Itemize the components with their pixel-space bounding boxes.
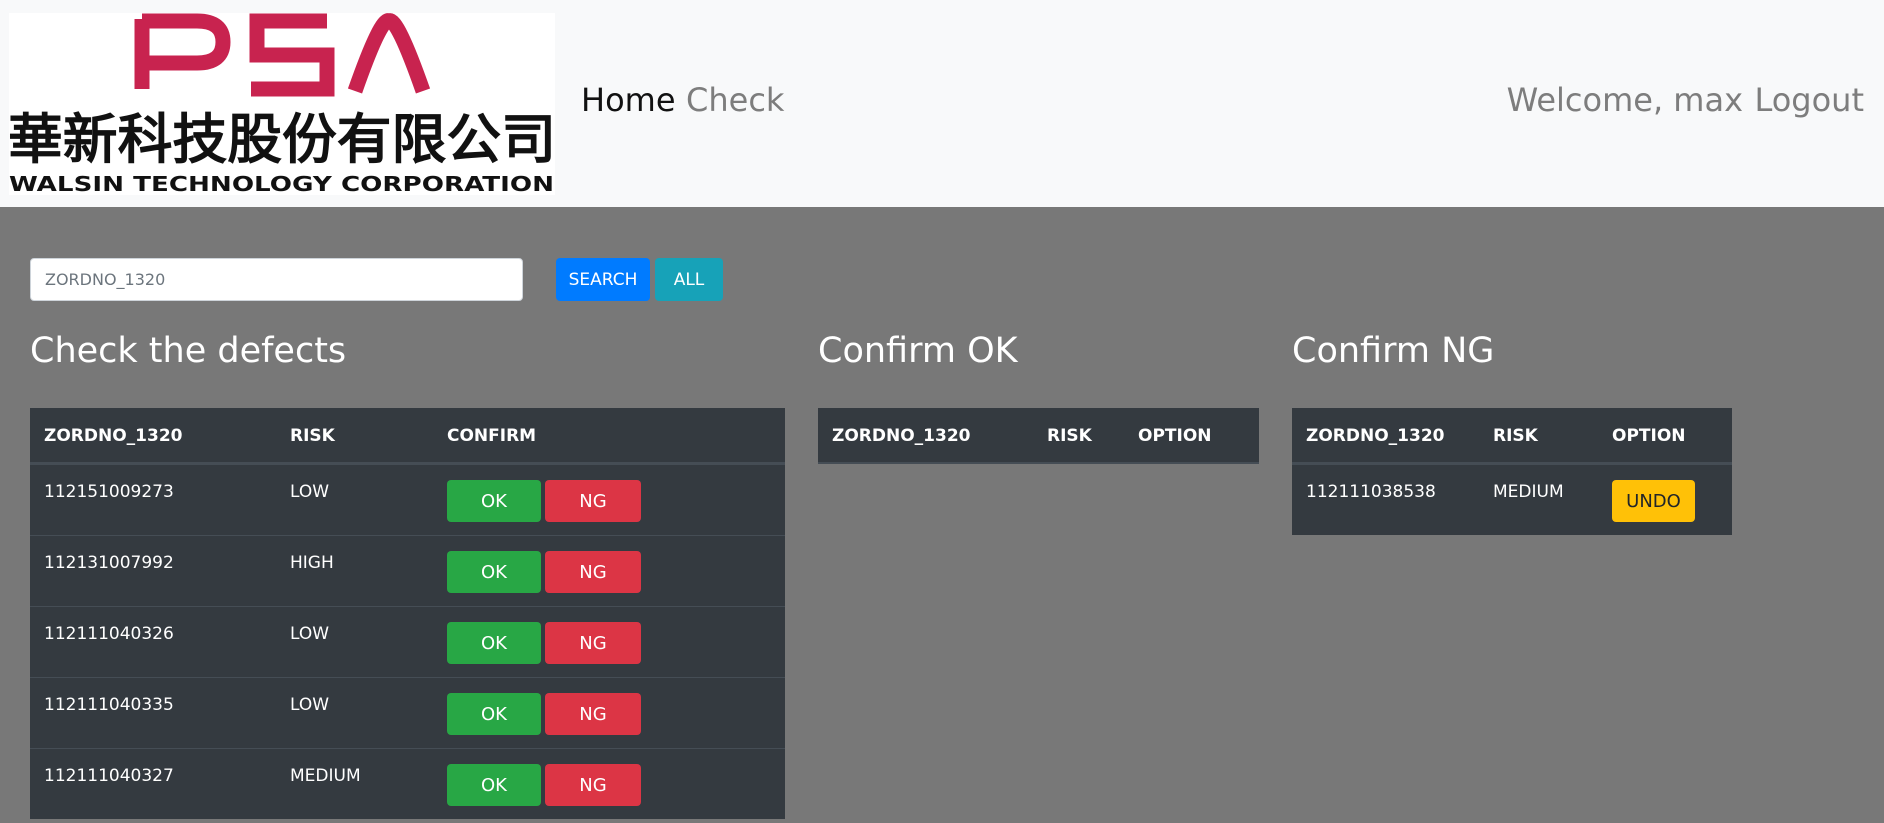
nav-check-link[interactable]: Check	[686, 78, 784, 122]
zordno-cell: 112111040335	[44, 695, 174, 715]
ng-button[interactable]: NG	[545, 693, 641, 735]
ok-button[interactable]: OK	[447, 622, 541, 664]
risk-cell: MEDIUM	[1493, 482, 1564, 502]
risk-cell: MEDIUM	[290, 766, 361, 786]
table-row: 112111040327 MEDIUM OK NG	[30, 748, 785, 819]
check-defects-table: ZORDNO_1320 RISK CONFIRM 112151009273 LOW…	[30, 408, 785, 819]
check-defects-title: Check the defects	[30, 331, 347, 371]
confirm-ng-table: ZORDNO_1320 RISK OPTION 112111038538 MEDI…	[1292, 408, 1732, 535]
column-header-zordno: ZORDNO_1320	[1306, 426, 1445, 446]
nav-home-link[interactable]: Home	[581, 78, 676, 122]
ng-button[interactable]: NG	[545, 480, 641, 522]
risk-cell: LOW	[290, 695, 330, 715]
column-header-zordno: ZORDNO_1320	[832, 426, 971, 446]
ok-button[interactable]: OK	[447, 764, 541, 806]
ok-button[interactable]: OK	[447, 693, 541, 735]
company-logo[interactable]: 華新科技股份有限公司 WALSIN TECHNOLOGY CORPORATION	[9, 13, 555, 195]
column-header-confirm: CONFIRM	[447, 426, 537, 446]
table-row: 112111038538 MEDIUM UNDO	[1292, 464, 1732, 535]
navbar: 華新科技股份有限公司 WALSIN TECHNOLOGY CORPORATION…	[0, 0, 1884, 207]
undo-button[interactable]: UNDO	[1612, 480, 1695, 522]
zordno-cell: 112111040327	[44, 766, 174, 786]
column-header-option: OPTION	[1138, 426, 1212, 446]
zordno-cell: 112131007992	[44, 553, 174, 573]
svg-text:WALSIN TECHNOLOGY CORPORATION: WALSIN TECHNOLOGY CORPORATION	[9, 172, 554, 195]
column-header-risk: RISK	[1047, 426, 1092, 446]
ng-button[interactable]: NG	[545, 622, 641, 664]
show-all-button[interactable]: ALL	[655, 258, 723, 301]
ok-button[interactable]: OK	[447, 480, 541, 522]
nav-logout-link[interactable]: Logout	[1754, 78, 1864, 122]
table-row: 112111040326 LOW OK NG	[30, 606, 785, 677]
column-header-risk: RISK	[1493, 426, 1538, 446]
zordno-cell: 112111038538	[1306, 482, 1436, 502]
search-input[interactable]	[30, 258, 523, 301]
table-header: ZORDNO_1320 RISK CONFIRM	[30, 408, 785, 464]
ng-button[interactable]: NG	[545, 764, 641, 806]
search-button[interactable]: SEARCH	[556, 258, 650, 301]
svg-text:華新科技股份有限公司: 華新科技股份有限公司	[9, 108, 555, 171]
table-header: ZORDNO_1320 RISK OPTION	[1292, 408, 1732, 464]
confirm-ok-table: ZORDNO_1320 RISK OPTION	[818, 408, 1259, 464]
column-header-zordno: ZORDNO_1320	[44, 426, 183, 446]
risk-cell: LOW	[290, 482, 330, 502]
table-row: 112151009273 LOW OK NG	[30, 464, 785, 535]
risk-cell: LOW	[290, 624, 330, 644]
table-row: 112131007992 HIGH OK NG	[30, 535, 785, 606]
ng-button[interactable]: NG	[545, 551, 641, 593]
zordno-cell: 112111040326	[44, 624, 174, 644]
column-header-option: OPTION	[1612, 426, 1686, 446]
risk-cell: HIGH	[290, 553, 334, 573]
nav-welcome-text: Welcome, max	[1506, 81, 1743, 119]
confirm-ok-title: Confirm OK	[818, 331, 1018, 371]
confirm-ng-title: Confirm NG	[1292, 331, 1495, 371]
zordno-cell: 112151009273	[44, 482, 174, 502]
table-header: ZORDNO_1320 RISK OPTION	[818, 408, 1259, 464]
table-row: 112111040335 LOW OK NG	[30, 677, 785, 748]
ok-button[interactable]: OK	[447, 551, 541, 593]
column-header-risk: RISK	[290, 426, 335, 446]
